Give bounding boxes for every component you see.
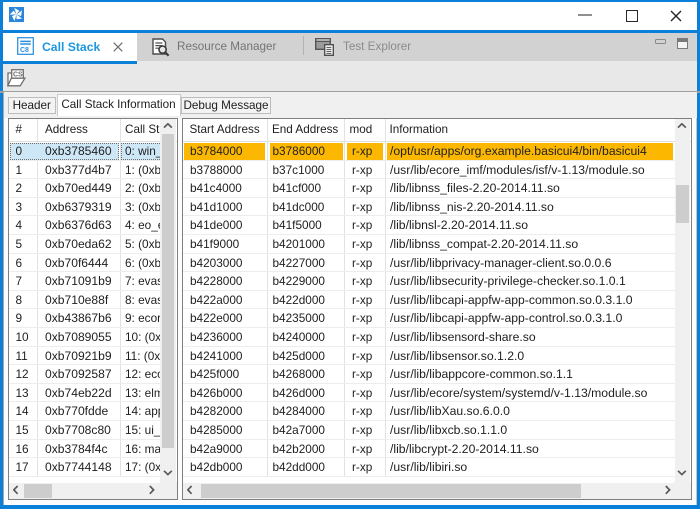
svg-text:C8: C8 bbox=[20, 47, 29, 54]
